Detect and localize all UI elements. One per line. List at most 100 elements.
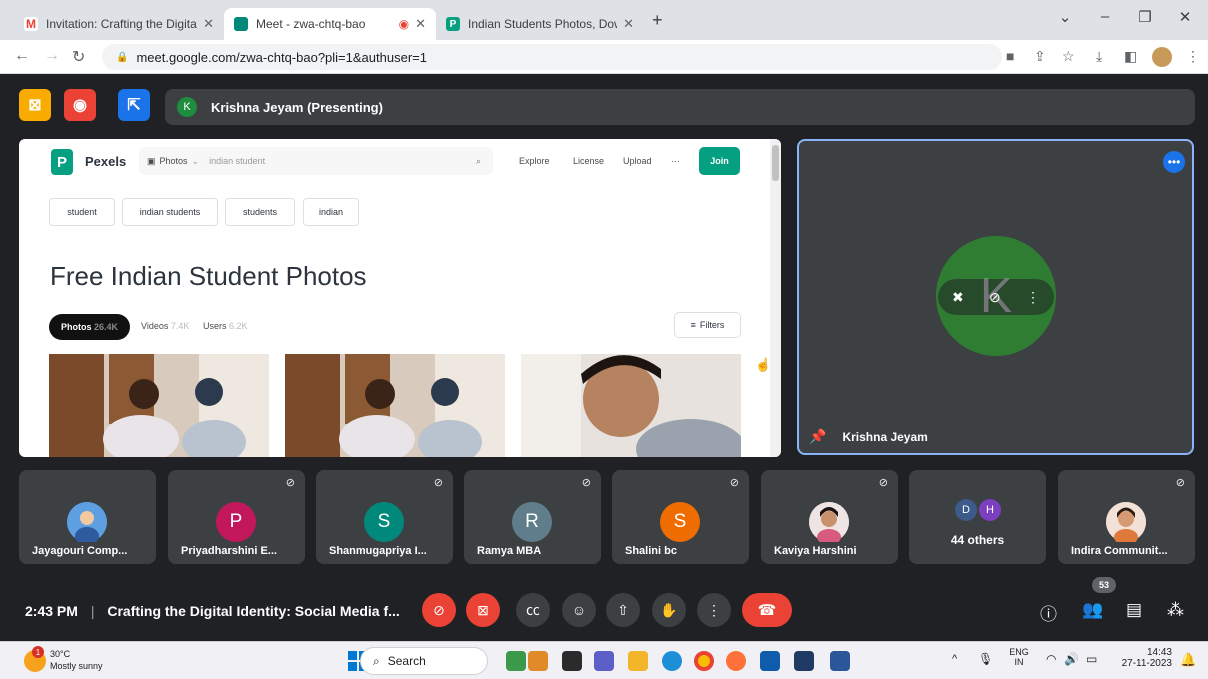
filters-label: Filters: [699, 320, 725, 330]
search-type[interactable]: Photos: [160, 156, 188, 166]
activities-icon[interactable]: ⁂: [1167, 600, 1184, 620]
battery-icon[interactable]: ▭: [1086, 652, 1097, 666]
close-icon[interactable]: ✕: [415, 16, 426, 32]
participant-tile[interactable]: ⊘ Kaviya Harshini: [761, 470, 898, 564]
minimize-button[interactable]: –: [1090, 8, 1120, 25]
meeting-details-icon[interactable]: ⓘ: [1040, 600, 1057, 625]
scrollbar-thumb[interactable]: [772, 145, 779, 181]
camera-icon[interactable]: ■: [1006, 48, 1014, 64]
tag-chip[interactable]: indian students: [122, 198, 218, 226]
mic-off-button[interactable]: ⊘: [422, 593, 456, 627]
download-icon[interactable]: ⤓: [1096, 48, 1102, 65]
pin-icon[interactable]: ✖: [952, 289, 964, 306]
app-icon[interactable]: [528, 651, 548, 671]
profile-avatar[interactable]: [1152, 47, 1172, 67]
pexels-nav-license[interactable]: License: [573, 156, 604, 166]
record-icon[interactable]: ◉: [64, 89, 96, 121]
participant-tile-others[interactable]: D H 44 others: [909, 470, 1046, 564]
chrome-icon[interactable]: [694, 651, 714, 671]
pexels-logo[interactable]: P: [51, 149, 73, 175]
taskbar-search[interactable]: ⌕ Search: [360, 647, 488, 675]
volume-icon[interactable]: 🔊: [1064, 652, 1079, 666]
participant-avatar: S: [364, 502, 404, 542]
participant-tile[interactable]: ⊘ R Ramya MBA: [464, 470, 601, 564]
pexels-tab-photos[interactable]: Photos 26.4K: [49, 314, 130, 340]
app-icon[interactable]: [794, 651, 814, 671]
clock[interactable]: 14:43 27-11-2023: [1114, 647, 1172, 669]
sidepanel-icon[interactable]: ◧: [1124, 48, 1137, 65]
photo-thumbnail[interactable]: [285, 354, 505, 457]
stop-presenting-icon[interactable]: ⊠: [19, 89, 51, 121]
leave-call-button[interactable]: ☎: [742, 593, 792, 627]
present-button[interactable]: ⇧: [606, 593, 640, 627]
pexels-join-button[interactable]: Join: [699, 147, 740, 175]
pexels-filters-button[interactable]: ≡ Filters: [674, 312, 741, 338]
tag-chip[interactable]: student: [49, 198, 115, 226]
edge-icon[interactable]: [662, 651, 682, 671]
camera-off-button[interactable]: ⊠: [466, 593, 500, 627]
mic-icon[interactable]: 🎙: [978, 652, 993, 666]
raise-hand-button[interactable]: ✋: [652, 593, 686, 627]
speaker-tile[interactable]: ••• K ✖ ⊘ ⋮ 📌 Krishna Jeyam: [797, 139, 1194, 455]
present-screen-icon[interactable]: ⇱: [118, 89, 150, 121]
restore-button[interactable]: ❐: [1130, 8, 1160, 26]
photo-image: [521, 354, 741, 457]
tab-pexels[interactable]: P Indian Students Photos, Downlo ✕: [436, 8, 644, 40]
url-field[interactable]: 🔒 meet.google.com/zwa-chtq-bao?pli=1&aut…: [102, 44, 1002, 70]
emoji-button[interactable]: ☺: [562, 593, 596, 627]
word-icon[interactable]: [830, 651, 850, 671]
kebab-menu-icon[interactable]: ⋮: [1026, 289, 1040, 306]
language-indicator[interactable]: ENG IN: [1008, 647, 1030, 667]
app-icon[interactable]: [506, 651, 526, 671]
reload-icon[interactable]: ↻: [72, 47, 85, 67]
participant-name: Shanmugapriya I...: [329, 545, 427, 557]
forward-icon[interactable]: →: [44, 47, 60, 65]
participant-tile[interactable]: Jayagouri Comp...: [19, 470, 156, 564]
notification-bell-icon[interactable]: 🔔: [1180, 652, 1196, 668]
scrollbar[interactable]: [770, 139, 781, 457]
tag-chip[interactable]: indian: [303, 198, 359, 226]
close-window-button[interactable]: ✕: [1170, 8, 1200, 26]
mail-icon[interactable]: [760, 651, 780, 671]
tab-gmail-invitation[interactable]: M Invitation: Crafting the Digital Id ✕: [14, 8, 224, 40]
pexels-nav-explore[interactable]: Explore: [519, 156, 550, 166]
photo-thumbnail[interactable]: [521, 354, 741, 457]
people-icon[interactable]: 👥: [1082, 600, 1103, 620]
chevron-up-icon[interactable]: ^: [952, 653, 957, 665]
participant-tile[interactable]: ⊘ S Shanmugapriya I...: [316, 470, 453, 564]
pexels-tab-users[interactable]: Users 6.2K: [203, 321, 248, 331]
tag-chip[interactable]: students: [225, 198, 295, 226]
tab-meet[interactable]: Meet - zwa-chtq-bao ◉ ✕: [224, 8, 436, 40]
search-icon[interactable]: ⌕: [476, 156, 481, 167]
more-options-button[interactable]: ⋮: [697, 593, 731, 627]
new-tab-button[interactable]: +: [652, 10, 663, 31]
pexels-nav-upload[interactable]: Upload: [623, 156, 652, 166]
close-icon[interactable]: ✕: [623, 16, 634, 32]
participant-name: Indira Communit...: [1071, 545, 1168, 557]
task-view-icon[interactable]: [562, 651, 582, 671]
participant-name: Kaviya Harshini: [774, 545, 857, 557]
chat-icon[interactable]: ▤: [1126, 600, 1142, 620]
participant-tile[interactable]: ⊘ Indira Communit...: [1058, 470, 1195, 564]
kebab-menu-icon[interactable]: ⋮: [1186, 48, 1200, 65]
pexels-search-input[interactable]: ▣ Photos ⌄ indian student ⌕: [139, 147, 493, 175]
more-options-icon[interactable]: •••: [1163, 151, 1185, 173]
weather-temp[interactable]: 30°C: [50, 649, 70, 659]
firefox-icon[interactable]: [726, 651, 746, 671]
pexels-tab-videos[interactable]: Videos 7.4K: [141, 321, 189, 331]
file-explorer-icon[interactable]: [628, 651, 648, 671]
teams-icon[interactable]: [594, 651, 614, 671]
share-icon[interactable]: ⇪: [1034, 48, 1046, 65]
pexels-nav-more[interactable]: ···: [671, 156, 680, 166]
bookmark-star-icon[interactable]: ☆: [1062, 48, 1075, 65]
weather-desc[interactable]: Mostly sunny: [50, 661, 103, 671]
photo-thumbnail[interactable]: [49, 354, 269, 457]
participant-tile[interactable]: ⊘ P Priyadharshini E...: [168, 470, 305, 564]
back-icon[interactable]: ←: [14, 47, 30, 65]
mute-icon[interactable]: ⊘: [989, 289, 1001, 306]
wifi-icon[interactable]: ◠: [1046, 652, 1056, 666]
tab-search-icon[interactable]: ⌄: [1050, 8, 1080, 26]
close-icon[interactable]: ✕: [203, 16, 214, 32]
participant-tile[interactable]: ⊘ S Shalini bc: [612, 470, 749, 564]
captions-button[interactable]: ㏄: [516, 593, 550, 627]
